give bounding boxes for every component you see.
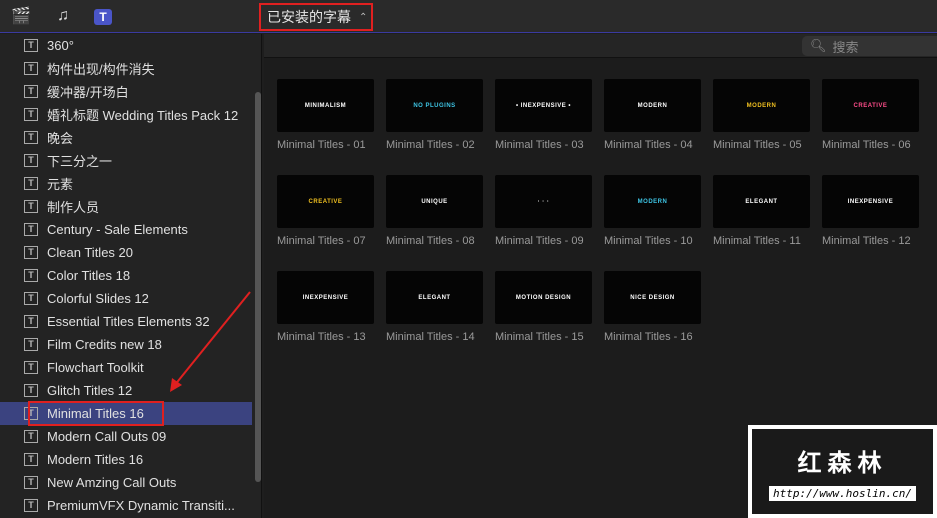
annotation-arrow [170,291,251,392]
